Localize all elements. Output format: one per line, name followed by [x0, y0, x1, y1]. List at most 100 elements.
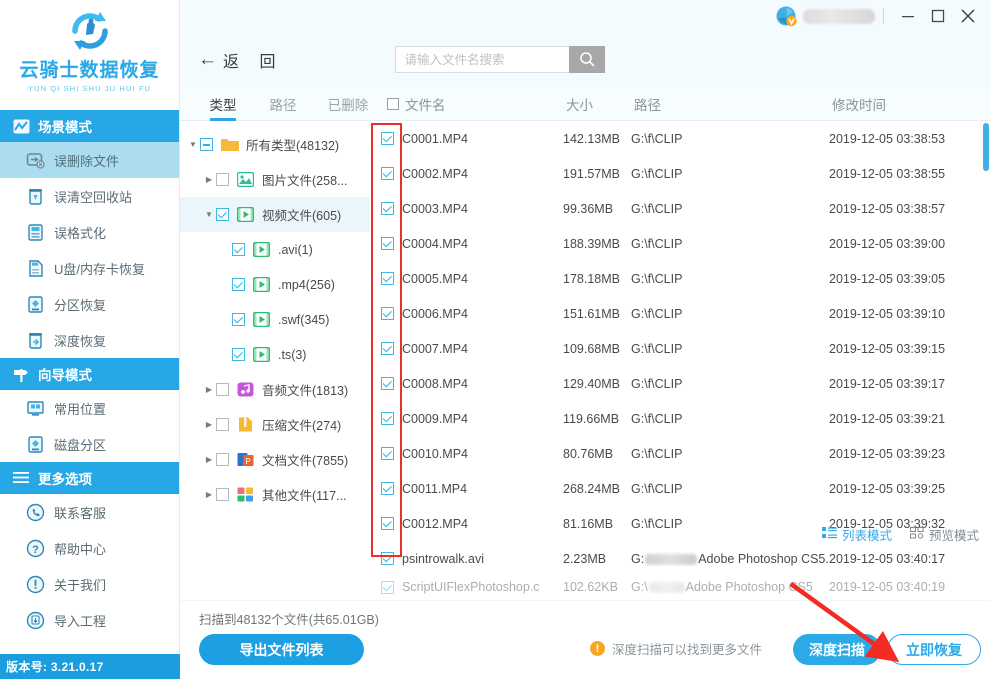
view-mode-preview[interactable]: 预览模式 [909, 525, 979, 544]
table-row[interactable]: C0009.MP4 119.66MB G:\f\CLIP 2019-12-05 03:… [370, 401, 991, 436]
tree-node[interactable]: ▶ 其他文件(117... [180, 477, 370, 512]
tree-node-checkbox[interactable] [216, 418, 229, 431]
tree-node-checkbox[interactable] [232, 313, 245, 326]
twisty-right-icon[interactable]: ▶ [202, 420, 216, 429]
sidebar-item-contact-support[interactable]: 联系客服 [0, 494, 179, 530]
table-row[interactable]: C0004.MP4 188.39MB G:\f\CLIP 2019-12-05 03:… [370, 226, 991, 261]
tree-node[interactable]: ▶ 图片文件(258... [180, 162, 370, 197]
table-row[interactable]: C0002.MP4 191.57MB G:\f\CLIP 2019-12-05 03:… [370, 156, 991, 191]
tree-node[interactable]: .ts(3) [180, 337, 370, 372]
twisty-right-icon[interactable]: ▶ [202, 455, 216, 464]
search-bar [395, 46, 606, 73]
sidebar-item-deep-recovery[interactable]: 深度恢复 [0, 322, 179, 358]
tree-node[interactable]: .mp4(256) [180, 267, 370, 302]
search-input[interactable] [395, 46, 570, 73]
row-checkbox[interactable] [381, 167, 394, 180]
row-checkbox[interactable] [381, 482, 394, 495]
tab-deleted[interactable]: 已删除 [323, 87, 373, 121]
table-row[interactable]: C0001.MP4 142.13MB G:\f\CLIP 2019-12-05 03:… [370, 121, 991, 156]
sidebar-item-about-us[interactable]: 关于我们 [0, 566, 179, 602]
sidebar-group-more-options[interactable]: 更多选项 [0, 462, 179, 494]
sidebar-item-import-project[interactable]: 导入工程 [0, 602, 179, 638]
tree-node-checkbox[interactable] [232, 243, 245, 256]
row-checkbox[interactable] [381, 237, 394, 250]
scrollbar-thumb[interactable] [983, 123, 989, 171]
table-row[interactable]: ScriptUIFlexPhotoshop.c 102.62KB G:\ Adobe … [370, 576, 991, 598]
row-checkbox[interactable] [381, 377, 394, 390]
file-list-scrollbar[interactable] [982, 123, 989, 583]
tab-type[interactable]: 类型 [205, 87, 241, 121]
twisty-down-icon[interactable]: ▼ [202, 210, 216, 219]
tab-path[interactable]: 路径 [265, 87, 301, 121]
tree-node[interactable]: ▶ 音频文件(1813) [180, 372, 370, 407]
twisty-right-icon[interactable]: ▶ [202, 490, 216, 499]
column-header-name[interactable]: 文件名 [405, 94, 446, 114]
tree-node[interactable]: ▼ 视频文件(605) [180, 197, 370, 232]
sidebar-item-recycle-bin[interactable]: 误清空回收站 [0, 178, 179, 214]
table-row[interactable]: C0008.MP4 129.40MB G:\f\CLIP 2019-12-05 03:… [370, 366, 991, 401]
minimize-button[interactable] [893, 1, 923, 31]
column-header-size[interactable]: 大小 [566, 94, 593, 114]
view-mode-list[interactable]: 列表模式 [821, 525, 892, 544]
sidebar-group-scene-mode[interactable]: 场景模式 [0, 110, 179, 142]
recover-now-button[interactable]: 立即恢复 [887, 634, 981, 665]
row-checkbox[interactable] [381, 342, 394, 355]
tree-node-checkbox[interactable] [232, 348, 245, 361]
tree-node-checkbox[interactable] [216, 383, 229, 396]
sidebar-item-common-location[interactable]: 常用位置 [0, 390, 179, 426]
tree-node[interactable]: ▶ P 文档文件(7855) [180, 442, 370, 477]
search-button[interactable] [569, 46, 606, 73]
row-checkbox[interactable] [381, 552, 394, 565]
sidebar-item-usb-card[interactable]: U盘/内存卡恢复 [0, 250, 179, 286]
tree-node[interactable]: .avi(1) [180, 232, 370, 267]
close-button[interactable] [953, 1, 983, 31]
row-checkbox[interactable] [381, 447, 394, 460]
table-row[interactable]: C0006.MP4 151.61MB G:\f\CLIP 2019-12-05 03:… [370, 296, 991, 331]
sidebar-item-deleted-file[interactable]: 误删除文件 [0, 142, 179, 178]
row-checkbox[interactable] [381, 272, 394, 285]
table-row[interactable]: C0007.MP4 109.68MB G:\f\CLIP 2019-12-05 03:… [370, 331, 991, 366]
sidebar-item-label: 分区恢复 [54, 297, 107, 313]
cell-file-path: G:\f\CLIP [631, 236, 683, 251]
disk-partition-icon [26, 435, 45, 454]
table-row[interactable]: C0010.MP4 80.76MB G:\f\CLIP 2019-12-05 03:3… [370, 436, 991, 471]
sidebar-item-format[interactable]: 误格式化 [0, 214, 179, 250]
tree-node-checkbox[interactable] [232, 278, 245, 291]
export-file-list-button[interactable]: 导出文件列表 [199, 634, 364, 665]
table-row[interactable]: C0011.MP4 268.24MB G:\f\CLIP 2019-12-05 03:… [370, 471, 991, 506]
deep-scan-button[interactable]: 深度扫描 [793, 634, 881, 665]
sidebar-item-partition-recovery[interactable]: 分区恢复 [0, 286, 179, 322]
twisty-down-icon[interactable]: ▼ [186, 140, 200, 149]
tree-node-checkbox[interactable] [216, 208, 229, 221]
tree-node[interactable]: .swf(345) [180, 302, 370, 337]
column-header-time[interactable]: 修改时间 [832, 94, 886, 114]
tree-node-checkbox[interactable] [216, 488, 229, 501]
phone-support-icon [26, 503, 45, 522]
tree-node[interactable]: ▼ 所有类型(48132) [180, 127, 370, 162]
table-row[interactable]: C0005.MP4 178.18MB G:\f\CLIP 2019-12-05 03:… [370, 261, 991, 296]
row-checkbox[interactable] [381, 132, 394, 145]
view-mode-switcher: 列表模式 预览模式 [821, 525, 979, 544]
row-checkbox[interactable] [381, 412, 394, 425]
sidebar-group-wizard-mode[interactable]: 向导模式 [0, 358, 179, 390]
row-checkbox[interactable] [381, 517, 394, 530]
user-account-chip[interactable] [775, 5, 875, 27]
select-all-checkbox[interactable] [387, 98, 399, 110]
table-row[interactable]: C0003.MP4 99.36MB G:\f\CLIP 2019-12-05 03:3… [370, 191, 991, 226]
twisty-right-icon[interactable]: ▶ [202, 175, 216, 184]
row-checkbox[interactable] [381, 580, 394, 594]
row-checkbox[interactable] [381, 202, 394, 215]
column-header-path[interactable]: 路径 [634, 94, 661, 114]
back-button[interactable]: ← 返 回 [198, 48, 283, 72]
sidebar-item-help-center[interactable]: ? 帮助中心 [0, 530, 179, 566]
twisty-right-icon[interactable]: ▶ [202, 385, 216, 394]
tree-node-checkbox[interactable] [216, 173, 229, 186]
maximize-button[interactable] [923, 1, 953, 31]
tree-node[interactable]: ▶ 压缩文件(274) [180, 407, 370, 442]
table-row[interactable]: psintrowalk.avi 2.23MB G: Adobe Photoshop C… [370, 541, 991, 576]
sidebar-item-disk-partition[interactable]: 磁盘分区 [0, 426, 179, 462]
row-checkbox[interactable] [381, 307, 394, 320]
tree-node-checkbox[interactable] [216, 453, 229, 466]
tree-node-checkbox[interactable] [200, 138, 213, 151]
sidebar-group-label: 更多选项 [38, 472, 92, 487]
